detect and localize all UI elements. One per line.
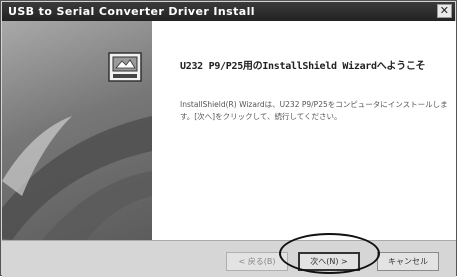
button-bar: < 戻る(B) 次へ(N) > キャンセル <box>2 240 456 277</box>
window-title: USB to Serial Converter Driver Install <box>8 5 255 18</box>
close-button[interactable]: ✕ <box>437 4 452 18</box>
title-bar: USB to Serial Converter Driver Install ✕ <box>2 2 455 21</box>
wizard-content: U232 P9/P25用のInstallShield Wizardへようこそ I… <box>152 21 456 240</box>
cancel-button[interactable]: キャンセル <box>377 252 439 271</box>
welcome-heading: U232 P9/P25用のInstallShield Wizardへようこそ <box>180 61 426 72</box>
wizard-side-panel <box>2 21 152 240</box>
installer-window: USB to Serial Converter Driver Install ✕… <box>0 0 457 277</box>
welcome-description: InstallShield(R) Wizardは、U232 P9/P25をコンピ… <box>180 100 448 121</box>
highlight-circle-annotation <box>279 233 380 274</box>
installer-setup-icon <box>108 52 142 82</box>
